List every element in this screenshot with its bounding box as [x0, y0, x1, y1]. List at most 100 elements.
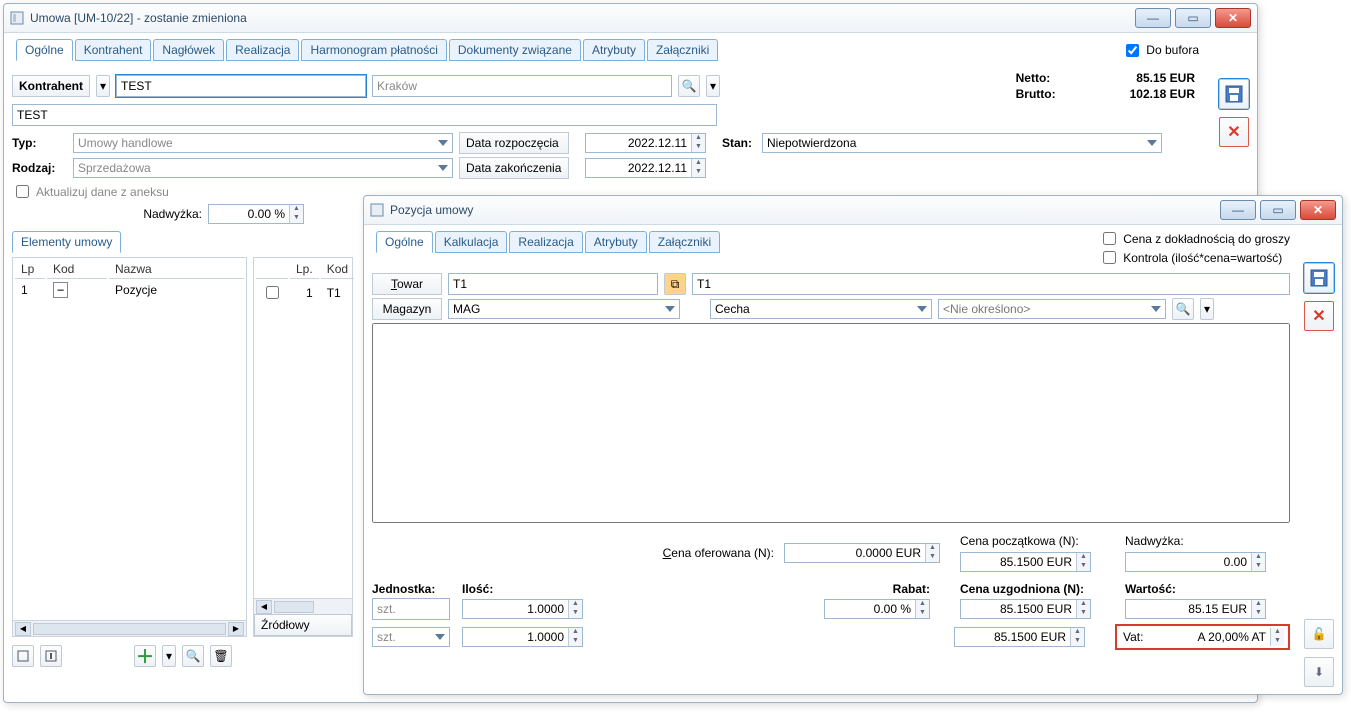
data-zak-button[interactable]: Data zakończenia [459, 157, 569, 179]
data-rozp-spinner[interactable]: ▲▼ [585, 133, 706, 153]
close-button[interactable]: ✕ [1215, 8, 1251, 28]
grid-panel: Lp. Kod 1 T1 ◀ Źródłowy [253, 257, 353, 637]
cecha-search-icon[interactable]: 🔍 [1172, 298, 1194, 320]
add-dropdown-icon[interactable]: ▾ [162, 645, 176, 667]
dialog-maximize-button[interactable]: ▭ [1260, 200, 1296, 220]
wartosc-spinner[interactable]: ▲▼ [1125, 599, 1266, 619]
ilosc1-spinner[interactable]: ▲▼ [462, 599, 583, 619]
dialog-save-button[interactable] [1304, 263, 1334, 293]
typ-select[interactable]: Umowy handlowe [73, 133, 453, 153]
dialog-cancel-button[interactable]: ✕ [1304, 301, 1334, 331]
dialog-close-button[interactable]: ✕ [1300, 200, 1336, 220]
dlg-nadwyzka-spinner[interactable]: ▲▼ [1125, 552, 1266, 572]
tab-ogolne[interactable]: Ogólne [16, 39, 73, 61]
wartosc-label: Wartość: [1125, 582, 1176, 596]
down-button[interactable]: ⬇ [1304, 657, 1334, 687]
magazyn-button[interactable]: Magazyn [372, 298, 442, 320]
kontrahent-more-icon[interactable]: ▾ [706, 75, 720, 97]
tab-naglowek[interactable]: Nagłówek [153, 39, 224, 61]
dialog-app-icon [370, 203, 384, 217]
maximize-button[interactable]: ▭ [1175, 8, 1211, 28]
dialog-minimize-button[interactable]: — [1220, 200, 1256, 220]
lock-button[interactable]: 🔓 [1304, 619, 1334, 649]
cena-ofer-spinner[interactable]: ▲▼ [784, 543, 940, 563]
tree-table: Lp Kod Nazwa 1 − Pozycje [13, 258, 246, 301]
cena-ofer-label: Cena oferowana (N): [663, 546, 774, 560]
tree-row[interactable]: 1 − Pozycje [15, 281, 244, 299]
nieokreslono-select[interactable]: <Nie określono> [938, 299, 1166, 319]
grid-scroll[interactable]: ◀ [254, 598, 352, 614]
tab-harmonogram[interactable]: Harmonogram płatności [301, 39, 446, 61]
cena-uzg2-spinner[interactable]: ▲▼ [954, 627, 1085, 647]
jednostka1-field[interactable]: szt. [372, 598, 450, 620]
data-zak-spinner[interactable]: ▲▼ [585, 158, 706, 178]
tab-realizacja[interactable]: Realizacja [226, 39, 299, 61]
tab-dokumenty[interactable]: Dokumenty związane [449, 39, 581, 61]
nadwyzka-main-spinner[interactable]: ▲▼ [208, 204, 304, 224]
dlg-tab-kalkulacja[interactable]: Kalkulacja [435, 231, 508, 253]
vat-label: Vat: [1123, 630, 1143, 644]
dlg-nadwyzka-label: Nadwyżka: [1125, 534, 1290, 548]
vat-spinner[interactable]: ▲▼ [1170, 628, 1284, 646]
towar-link-icon[interactable]: ⧉ [664, 273, 686, 295]
dlg-tab-zalaczniki[interactable]: Załączniki [649, 231, 720, 253]
dlg-tab-atrybuty[interactable]: Atrybuty [585, 231, 647, 253]
save-button[interactable] [1219, 79, 1249, 109]
towar-button[interactable]: Towar [372, 273, 442, 295]
ilosc2-spinner[interactable]: ▲▼ [462, 627, 583, 647]
stan-select[interactable]: Niepotwierdzona [762, 133, 1162, 153]
towar-code-input[interactable] [448, 273, 658, 295]
zoom-button[interactable]: 🔍 [182, 645, 204, 667]
add-button[interactable]: ＋ [134, 645, 156, 667]
kontrahent-code-input[interactable] [116, 75, 366, 97]
kontrahent-button[interactable]: Kontrahent [12, 75, 90, 97]
dlg-tab-ogolne[interactable]: Ogólne [376, 231, 433, 253]
main-titlebar: Umowa [UM-10/22] - zostanie zmieniona — … [4, 4, 1257, 33]
do-bufora-check[interactable]: Do bufora [1122, 41, 1199, 60]
tree-scroll[interactable]: ◀▶ [13, 620, 246, 636]
minimize-button[interactable]: — [1135, 8, 1171, 28]
towar-name-input[interactable] [692, 273, 1290, 295]
kontrola-check[interactable]: Kontrola (ilość*cena=wartość) [1099, 248, 1282, 267]
cecha-select[interactable]: Cecha [710, 299, 932, 319]
vat-highlight-box: Vat: ▲▼ [1115, 624, 1290, 650]
tab-atrybuty[interactable]: Atrybuty [583, 39, 645, 61]
jednostka2-select[interactable]: szt. [372, 627, 450, 647]
cancel-button[interactable]: ✕ [1219, 117, 1249, 147]
dlg-tab-realizacja[interactable]: Realizacja [509, 231, 582, 253]
delete-button[interactable]: 🗑 [210, 645, 232, 667]
cena-uzg-label: Cena uzgodniona (N): [960, 582, 1084, 596]
description-textarea[interactable] [372, 323, 1290, 523]
kontrahent-dropdown-icon[interactable]: ▾ [96, 75, 110, 97]
rodzaj-label: Rodzaj: [12, 161, 67, 175]
dialog-window: Pozycja umowy — ▭ ✕ ✕ 🔓 ⬇ Ogólne Kalkula… [363, 195, 1343, 695]
cena-uzg1-spinner[interactable]: ▲▼ [960, 599, 1091, 619]
tab-zalaczniki[interactable]: Załączniki [647, 39, 718, 61]
grid-table: Lp. Kod 1 T1 [254, 258, 356, 306]
search-kontrahent-icon[interactable]: 🔍 [678, 75, 700, 97]
grid-row-check[interactable] [266, 286, 279, 299]
magazyn-select[interactable]: MAG [448, 299, 680, 319]
app-icon [10, 11, 24, 25]
elementy-umowy-tab[interactable]: Elementy umowy [12, 231, 121, 253]
cecha-more-icon[interactable]: ▾ [1200, 298, 1214, 320]
cena-pocz-spinner[interactable]: ▲▼ [960, 552, 1091, 572]
zrodlowy-button[interactable]: Źródłowy [254, 614, 352, 636]
grid-row[interactable]: 1 T1 [256, 281, 354, 304]
netto-value: 85.15 EUR [1130, 71, 1199, 85]
kontrahent-city-input[interactable] [372, 75, 672, 97]
tool-new-icon[interactable] [12, 645, 34, 667]
dialog-titlebar: Pozycja umowy — ▭ ✕ [364, 196, 1342, 225]
dialog-tabs: Ogólne Kalkulacja Realizacja Atrybuty Za… [372, 229, 724, 255]
tool-edit-icon[interactable] [40, 645, 62, 667]
aktualizuj-check[interactable]: Aktualizuj dane z aneksu [12, 182, 169, 201]
collapse-icon[interactable]: − [53, 282, 68, 298]
main-tabs: Ogólne Kontrahent Nagłówek Realizacja Ha… [12, 37, 722, 63]
data-rozp-button[interactable]: Data rozpoczęcia [459, 132, 569, 154]
rabat-spinner[interactable]: ▲▼ [824, 599, 930, 619]
kontrahent-name-input[interactable] [12, 104, 717, 126]
rodzaj-select[interactable]: Sprzedażowa [73, 158, 453, 178]
cena-dokl-check[interactable]: Cena z dokładnością do groszy [1099, 229, 1290, 248]
tab-kontrahent[interactable]: Kontrahent [75, 39, 152, 61]
dialog-action-panel: ✕ [1302, 263, 1336, 331]
